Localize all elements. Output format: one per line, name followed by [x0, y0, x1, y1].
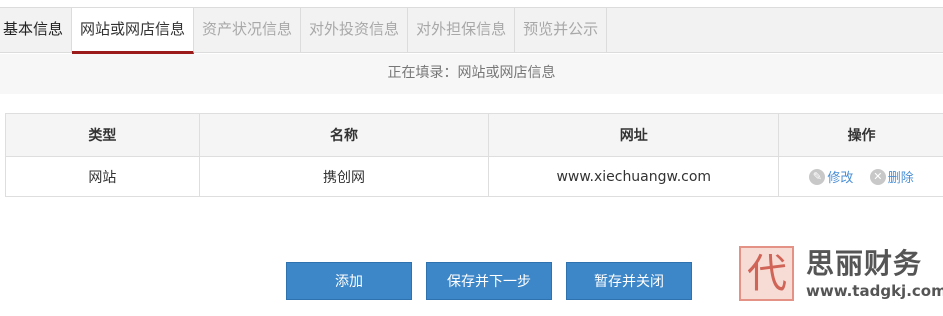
table-header-row: 类型 名称 网址 操作	[5, 113, 943, 157]
watermark-url: www.tadgkj.com	[806, 282, 943, 300]
edit-link[interactable]: ✎ 修改	[809, 167, 853, 186]
column-header-type: 类型	[5, 113, 200, 157]
watermark-seal-char: 代	[747, 251, 787, 297]
watermark-seal: 代	[739, 246, 794, 301]
column-header-name: 名称	[198, 113, 490, 157]
cell-actions: ✎ 修改 ✕ 删除	[778, 156, 943, 197]
column-header-url: 网址	[488, 113, 780, 157]
column-header-actions: 操作	[778, 113, 943, 157]
cell-url: www.xiechuangw.com	[488, 156, 780, 197]
save-close-button[interactable]: 暂存并关闭	[566, 262, 692, 300]
filling-notice-text: 正在填录：网站或网店信息	[387, 65, 556, 81]
edit-link-label: 修改	[827, 171, 854, 186]
tab-basic-info[interactable]: 基本信息	[0, 8, 73, 52]
add-button[interactable]: 添加	[286, 262, 412, 300]
delete-link[interactable]: ✕ 删除	[869, 167, 914, 186]
delete-link-label: 删除	[887, 171, 914, 186]
cell-type: 网站	[5, 156, 200, 197]
website-table: 类型 名称 网址 操作 网站 携创网 www.xiechuangw.com ✎ …	[5, 113, 943, 197]
tab-preview-publish[interactable]: 预览并公示	[515, 8, 608, 52]
close-circle-icon: ✕	[869, 168, 886, 185]
table-row: 网站 携创网 www.xiechuangw.com ✎ 修改 ✕ 删除	[5, 156, 943, 197]
watermark-name: 思丽财务	[806, 247, 923, 280]
filling-notice: 正在填录：网站或网店信息	[0, 54, 943, 94]
tab-asset-info[interactable]: 资产状况信息	[194, 8, 302, 52]
save-next-button[interactable]: 保存并下一步	[426, 262, 552, 300]
tab-website-info[interactable]: 网站或网店信息	[72, 8, 195, 54]
cell-name: 携创网	[198, 156, 490, 197]
step-tabs: 基本信息 网站或网店信息 资产状况信息 对外投资信息 对外担保信息 预览并公示	[0, 7, 943, 54]
pencil-icon: ✎	[809, 168, 826, 185]
tab-guarantee-info[interactable]: 对外担保信息	[408, 8, 516, 52]
tab-investment-info[interactable]: 对外投资信息	[301, 8, 409, 52]
